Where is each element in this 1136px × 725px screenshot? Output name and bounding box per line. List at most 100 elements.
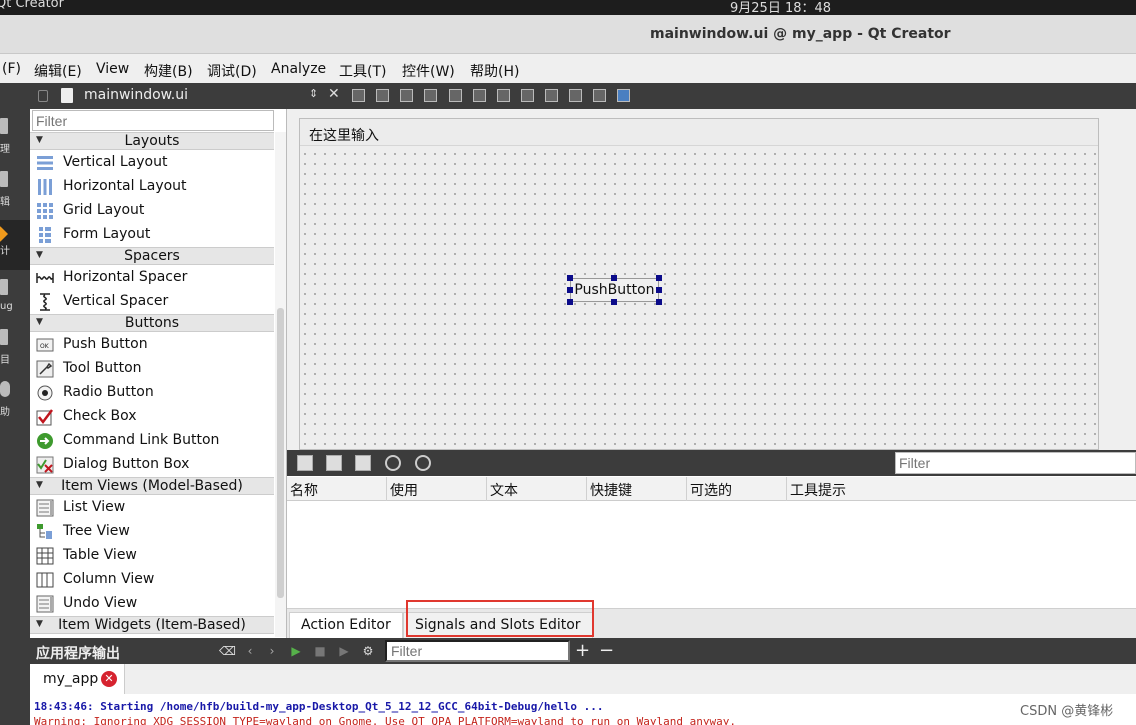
lock-icon[interactable] (38, 90, 48, 102)
output-tab-my-app[interactable]: my_app ✕ (30, 664, 125, 694)
clock[interactable]: 9月25日 18：48 (730, 0, 831, 16)
widget-push-button[interactable]: OK Push Button (30, 333, 274, 357)
category-buttons[interactable]: ▼ Buttons (30, 314, 274, 332)
resize-handle[interactable] (656, 275, 662, 281)
layout-horizontal-splitter-icon[interactable] (497, 89, 510, 102)
widget-label: List View (63, 499, 126, 515)
layout-vertical-splitter-icon[interactable] (521, 89, 534, 102)
menu-file[interactable]: (F) (2, 61, 21, 77)
widget-tree-view[interactable]: Tree View (30, 520, 274, 544)
mode-help[interactable]: 助 (0, 381, 30, 431)
category-item-views[interactable]: ▼ Item Views (Model-Based) (30, 477, 274, 495)
stop-icon[interactable]: ■ (313, 644, 327, 658)
next-icon[interactable]: › (265, 644, 279, 658)
column-header-checkable[interactable]: 可选的 (687, 477, 787, 501)
new-action-icon[interactable] (297, 455, 313, 471)
layout-vertical-icon[interactable] (473, 89, 486, 102)
close-icon[interactable]: ✕ (328, 86, 340, 102)
category-item-widgets[interactable]: ▼ Item Widgets (Item-Based) (30, 616, 274, 634)
widget-form-layout[interactable]: Form Layout (30, 223, 274, 247)
add-icon[interactable]: + (575, 642, 590, 660)
open-file-name[interactable]: mainwindow.ui (84, 87, 188, 103)
break-layout-icon[interactable] (593, 89, 606, 102)
output-filter-input[interactable] (385, 640, 570, 662)
app-menu-label[interactable]: Qt Creator (0, 0, 64, 11)
mode-debug[interactable]: ug (0, 279, 30, 329)
menu-tools[interactable]: 工具(T) (339, 61, 386, 81)
copy-icon[interactable] (326, 455, 342, 471)
widget-column-view[interactable]: Column View (30, 568, 274, 592)
menu-debug[interactable]: 调试(D) (207, 61, 257, 81)
layout-form-icon[interactable] (545, 89, 558, 102)
edit-signals-slots-icon[interactable] (376, 89, 389, 102)
column-header-name[interactable]: 名称 (287, 477, 387, 501)
layout-grid-icon[interactable] (569, 89, 582, 102)
category-label: Item Views (Model-Based) (61, 478, 243, 494)
widget-horizontal-spacer[interactable]: Horizontal Spacer (30, 266, 274, 290)
settings-gear-icon[interactable]: ⚙ (361, 644, 375, 658)
widget-table-view[interactable]: Table View (30, 544, 274, 568)
category-layouts[interactable]: ▼ Layouts (30, 132, 274, 150)
widget-command-link-button[interactable]: Command Link Button (30, 429, 274, 453)
menu-build[interactable]: 构建(B) (144, 61, 193, 81)
minimize-icon[interactable]: − (599, 642, 614, 660)
edit-widgets-icon[interactable] (352, 89, 365, 102)
resize-handle[interactable] (567, 287, 573, 293)
widget-box-scrollbar[interactable] (275, 132, 286, 637)
menu-type-here[interactable]: 在这里输入 (309, 125, 379, 145)
resize-handle[interactable] (656, 287, 662, 293)
column-view-icon (36, 572, 54, 588)
watermark: CSDN @黄锋彬 (1020, 704, 1114, 719)
delete-icon[interactable] (385, 455, 401, 471)
form-menu-bar[interactable]: 在这里输入 (300, 119, 1098, 146)
output-tab-bar: my_app ✕ (30, 664, 1136, 694)
widget-grid-layout[interactable]: Grid Layout (30, 199, 274, 223)
edit-tab-order-icon[interactable] (424, 89, 437, 102)
widget-vertical-layout[interactable]: Vertical Layout (30, 151, 274, 175)
mode-welcome[interactable]: 理 (0, 118, 30, 168)
paste-icon[interactable] (355, 455, 371, 471)
menu-edit[interactable]: 编辑(E) (34, 61, 82, 81)
adjust-size-icon[interactable] (617, 89, 630, 102)
resize-handle[interactable] (656, 299, 662, 305)
tab-action-editor[interactable]: Action Editor (289, 612, 403, 638)
widget-check-box[interactable]: Check Box (30, 405, 274, 429)
layout-horizontal-icon[interactable] (449, 89, 462, 102)
widget-list-view[interactable]: List View (30, 496, 274, 520)
updown-icon[interactable]: ⇕ (309, 87, 318, 100)
widget-filter-input[interactable] (32, 110, 274, 131)
widget-dialog-button-box[interactable]: Dialog Button Box (30, 453, 274, 477)
widget-tool-button[interactable]: Tool Button (30, 357, 274, 381)
column-header-shortcut[interactable]: 快捷键 (587, 477, 687, 501)
previous-icon[interactable]: ‹ (243, 644, 257, 658)
main-window-form[interactable]: 在这里输入 PushButton (299, 118, 1099, 450)
mode-design[interactable]: 计 (0, 220, 30, 270)
configure-icon[interactable] (415, 455, 431, 471)
widget-radio-button[interactable]: Radio Button (30, 381, 274, 405)
menu-widgets[interactable]: 控件(W) (402, 61, 455, 81)
resize-handle[interactable] (611, 299, 617, 305)
column-header-text[interactable]: 文本 (487, 477, 587, 501)
column-header-tooltip[interactable]: 工具提示 (787, 477, 1136, 501)
edit-buddies-icon[interactable] (400, 89, 413, 102)
menu-analyze[interactable]: Analyze (271, 61, 326, 77)
widget-vertical-spacer[interactable]: Vertical Spacer (30, 290, 274, 314)
widget-undo-view[interactable]: Undo View (30, 592, 274, 616)
resize-handle[interactable] (567, 275, 573, 281)
resize-handle[interactable] (611, 275, 617, 281)
resize-handle[interactable] (567, 299, 573, 305)
clean-icon[interactable]: ⌫ (219, 644, 236, 658)
widget-horizontal-layout[interactable]: Horizontal Layout (30, 175, 274, 199)
run-icon[interactable]: ▶ (289, 644, 303, 658)
application-output[interactable]: 18:43:46: Starting /home/hfb/build-my_ap… (30, 694, 1136, 725)
action-filter-input[interactable] (895, 452, 1136, 474)
menu-help[interactable]: 帮助(H) (470, 61, 519, 81)
category-spacers[interactable]: ▼ Spacers (30, 247, 274, 265)
column-header-used[interactable]: 使用 (387, 477, 487, 501)
mode-projects[interactable]: 目 (0, 329, 30, 379)
attach-debugger-icon[interactable]: ▶ (337, 644, 351, 658)
menu-view[interactable]: View (96, 61, 129, 77)
close-tab-icon[interactable]: ✕ (101, 671, 117, 687)
mode-edit[interactable]: 辑 (0, 171, 30, 221)
scrollbar-thumb[interactable] (277, 308, 284, 598)
